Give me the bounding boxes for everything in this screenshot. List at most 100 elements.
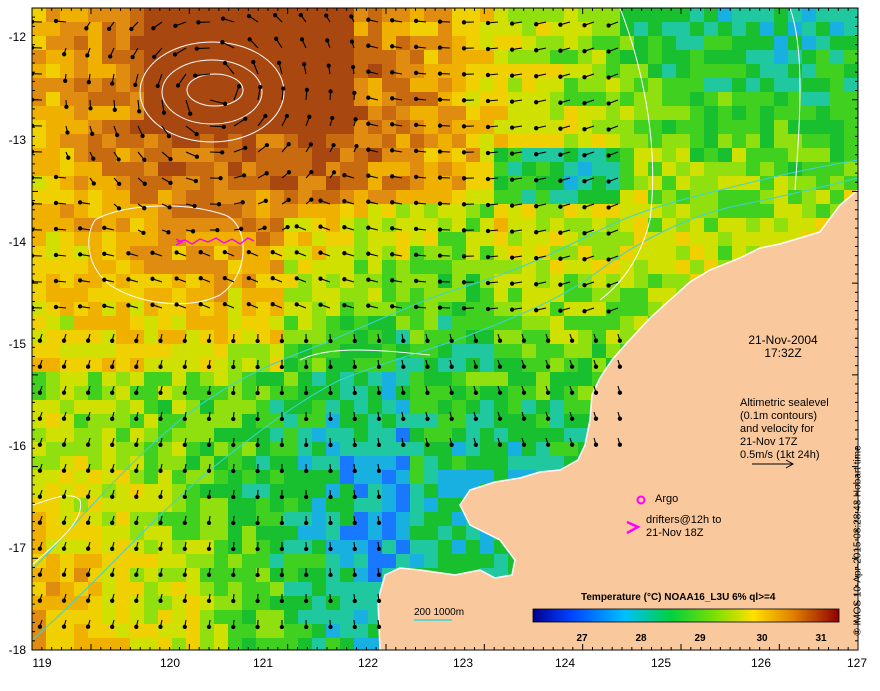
velocity-arrow-head xyxy=(87,417,90,420)
velocity-arrow-head xyxy=(462,73,465,76)
velocity-arrow-head xyxy=(462,21,465,24)
velocity-arrow-head xyxy=(350,40,353,43)
velocity-arrow-head xyxy=(256,391,259,394)
velocity-arrow-head xyxy=(232,391,235,394)
velocity-arrow-head xyxy=(223,251,226,254)
velocity-arrow-head xyxy=(89,107,92,110)
velocity-arrow-head xyxy=(510,230,513,233)
velocity-arrow-head xyxy=(87,625,90,628)
velocity-arrow-head xyxy=(207,391,210,394)
velocity-arrow-head xyxy=(159,469,162,472)
velocity-arrow-head xyxy=(438,228,441,231)
velocity-arrow-head xyxy=(280,625,283,628)
velocity-arrow-head xyxy=(367,122,370,125)
velocity-arrow-head xyxy=(62,339,65,342)
velocity-arrow-head xyxy=(415,19,418,22)
velocity-arrow-head xyxy=(175,303,178,306)
velocity-arrow-head xyxy=(92,182,95,185)
velocity-arrow-head xyxy=(87,495,90,498)
velocity-arrow-head xyxy=(183,547,186,550)
velocity-arrow-head xyxy=(79,227,82,230)
velocity-arrow-head xyxy=(194,74,197,77)
velocity-arrow-head xyxy=(207,625,210,628)
velocity-arrow-head xyxy=(62,365,65,368)
velocity-arrow-head xyxy=(415,45,418,48)
velocity-arrow-head xyxy=(353,417,356,420)
velocity-arrow-head xyxy=(486,281,489,284)
velocity-arrow-head xyxy=(131,56,134,59)
velocity-arrow-head xyxy=(367,44,370,47)
velocity-arrow-head xyxy=(462,229,465,232)
velocity-arrow-head xyxy=(607,102,610,105)
velocity-arrow-head xyxy=(280,443,283,446)
velocity-arrow-head xyxy=(391,123,394,126)
velocity-arrow-head xyxy=(79,305,82,308)
velocity-arrow-head xyxy=(183,521,186,524)
velocity-arrow-head xyxy=(86,54,89,57)
velocity-arrow-head xyxy=(607,154,610,157)
altimetry-line: 21-Nov 17Z xyxy=(740,436,860,449)
drifter-line: 21-Nov 18Z xyxy=(646,527,721,540)
velocity-arrow-head xyxy=(331,116,334,119)
velocity-arrow-head xyxy=(510,152,513,155)
argo-legend-label: Argo xyxy=(655,493,678,506)
velocity-arrow-head xyxy=(535,49,538,52)
velocity-arrow-head xyxy=(63,53,66,56)
velocity-arrow-head xyxy=(232,443,235,446)
velocity-arrow-head xyxy=(353,547,356,550)
altimetry-line: (0.1m contours) xyxy=(740,410,860,423)
velocity-arrow-head xyxy=(308,115,311,118)
velocity-arrow-head xyxy=(265,144,268,147)
velocity-arrow-head xyxy=(38,469,41,472)
velocity-arrow-head xyxy=(607,258,610,261)
velocity-arrow-head xyxy=(535,179,538,182)
velocity-arrow-head xyxy=(522,391,525,394)
lon-label: 125 xyxy=(641,656,681,670)
velocity-arrow-head xyxy=(474,339,477,342)
velocity-arrow-head xyxy=(62,391,65,394)
velocity-arrow-head xyxy=(38,521,41,524)
velocity-arrow-head xyxy=(280,417,283,420)
velocity-arrow-head xyxy=(319,303,322,306)
velocity-arrow-head xyxy=(247,277,250,280)
lat-label: -15 xyxy=(0,337,26,351)
velocity-arrow-head xyxy=(256,573,259,576)
velocity-arrow-head xyxy=(377,443,380,446)
velocity-arrow-head xyxy=(438,20,441,23)
velocity-arrow-head xyxy=(207,547,210,550)
velocity-arrow-head xyxy=(135,521,138,524)
velocity-arrow-head xyxy=(111,443,114,446)
velocity-arrow-head xyxy=(353,521,356,524)
velocity-arrow-head xyxy=(310,171,313,174)
velocity-arrow-head xyxy=(305,469,308,472)
velocity-arrow-head xyxy=(353,91,356,94)
velocity-arrow-head xyxy=(111,469,114,472)
velocity-arrow-head xyxy=(244,117,247,120)
velocity-arrow-head xyxy=(271,277,274,280)
velocity-arrow-head xyxy=(415,97,418,100)
velocity-arrow-head xyxy=(195,155,198,158)
velocity-arrow-head xyxy=(343,252,346,255)
velocity-arrow-head xyxy=(87,599,90,602)
velocity-arrow-head xyxy=(486,255,489,258)
velocity-arrow-head xyxy=(174,24,177,27)
velocity-arrow-head xyxy=(38,417,41,420)
velocity-arrow-head xyxy=(474,417,477,420)
velocity-arrow-head xyxy=(87,391,90,394)
velocity-arrow-head xyxy=(64,79,67,82)
velocity-arrow-head xyxy=(391,19,394,22)
velocity-arrow-head xyxy=(259,86,262,89)
velocity-arrow-head xyxy=(474,365,477,368)
velocity-arrow-head xyxy=(305,88,308,91)
velocity-arrow-head xyxy=(87,573,90,576)
velocity-arrow-head xyxy=(402,443,405,446)
velocity-arrow-head xyxy=(305,365,308,368)
velocity-arrow-head xyxy=(256,547,259,550)
velocity-arrow-head xyxy=(38,391,41,394)
velocity-arrow-head xyxy=(329,599,332,602)
velocity-arrow-head xyxy=(305,599,308,602)
velocity-arrow-head xyxy=(329,521,332,524)
velocity-arrow-head xyxy=(183,391,186,394)
velocity-arrow-head xyxy=(486,307,489,310)
velocity-arrow-head xyxy=(535,153,538,156)
